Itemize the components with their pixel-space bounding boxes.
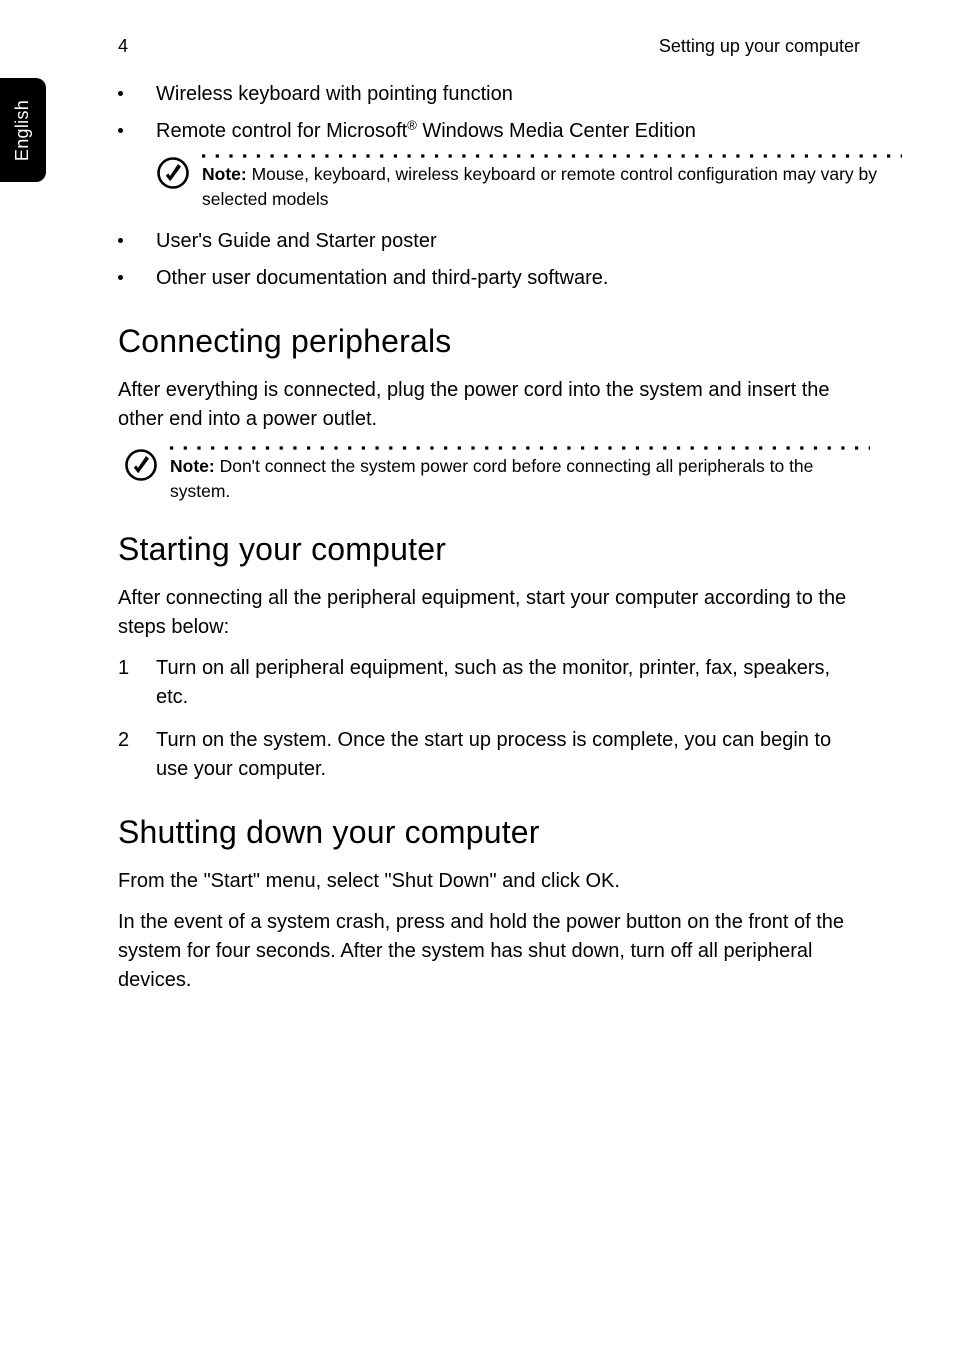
bullet-list-mid: User's Guide and Starter poster Other us…: [118, 227, 860, 293]
dashed-divider: [202, 154, 902, 158]
bullet-icon: [118, 128, 123, 133]
list-item: User's Guide and Starter poster: [118, 227, 860, 256]
bullet-icon: [118, 238, 123, 243]
section-body: After connecting all the peripheral equi…: [118, 584, 860, 642]
note-text: Note: Mouse, keyboard, wireless keyboard…: [202, 162, 902, 213]
dashed-divider: [170, 446, 870, 450]
note-icon: [156, 156, 190, 195]
bullet-icon: [118, 91, 123, 96]
note-block: Note: Mouse, keyboard, wireless keyboard…: [156, 154, 860, 213]
section-body: From the "Start" menu, select "Shut Down…: [118, 867, 860, 896]
registered-symbol: ®: [407, 117, 417, 132]
step-number: 2: [118, 726, 129, 755]
step-text: Turn on all peripheral equipment, such a…: [156, 657, 830, 708]
list-item-text: Remote control for Microsoft: [156, 120, 407, 142]
list-item-text: User's Guide and Starter poster: [156, 230, 437, 252]
bullet-list-top: Wireless keyboard with pointing function…: [118, 80, 860, 146]
list-item-suffix: Windows Media Center Edition: [417, 120, 696, 142]
note-body-text: Don't connect the system power cord befo…: [170, 456, 813, 501]
section-body: In the event of a system crash, press an…: [118, 908, 860, 995]
list-item: 1 Turn on all peripheral equipment, such…: [118, 654, 860, 712]
section-body: After everything is connected, plug the …: [118, 376, 860, 434]
list-item-text: Other user documentation and third-party…: [156, 267, 608, 289]
list-item: Wireless keyboard with pointing function: [118, 80, 860, 109]
list-item-text: Wireless keyboard with pointing function: [156, 83, 513, 105]
header-title: Setting up your computer: [659, 36, 860, 57]
section-heading-starting: Starting your computer: [118, 531, 860, 568]
list-item: 2 Turn on the system. Once the start up …: [118, 726, 860, 784]
note-label: Note:: [202, 164, 247, 184]
bullet-icon: [118, 275, 123, 280]
page-number: 4: [118, 36, 128, 57]
section-heading-shutting-down: Shutting down your computer: [118, 814, 860, 851]
language-tab: English: [0, 78, 46, 182]
note-text: Note: Don't connect the system power cor…: [170, 454, 870, 505]
note-icon: [124, 448, 158, 487]
note-label: Note:: [170, 456, 215, 476]
list-item: Other user documentation and third-party…: [118, 264, 860, 293]
step-number: 1: [118, 654, 129, 683]
section-heading-connecting: Connecting peripherals: [118, 323, 860, 360]
step-text: Turn on the system. Once the start up pr…: [156, 729, 831, 780]
language-tab-label: English: [13, 99, 34, 160]
numbered-list: 1 Turn on all peripheral equipment, such…: [118, 654, 860, 784]
list-item: Remote control for Microsoft® Windows Me…: [118, 117, 860, 146]
note-body-text: Mouse, keyboard, wireless keyboard or re…: [202, 164, 877, 209]
note-block: Note: Don't connect the system power cor…: [124, 446, 860, 505]
